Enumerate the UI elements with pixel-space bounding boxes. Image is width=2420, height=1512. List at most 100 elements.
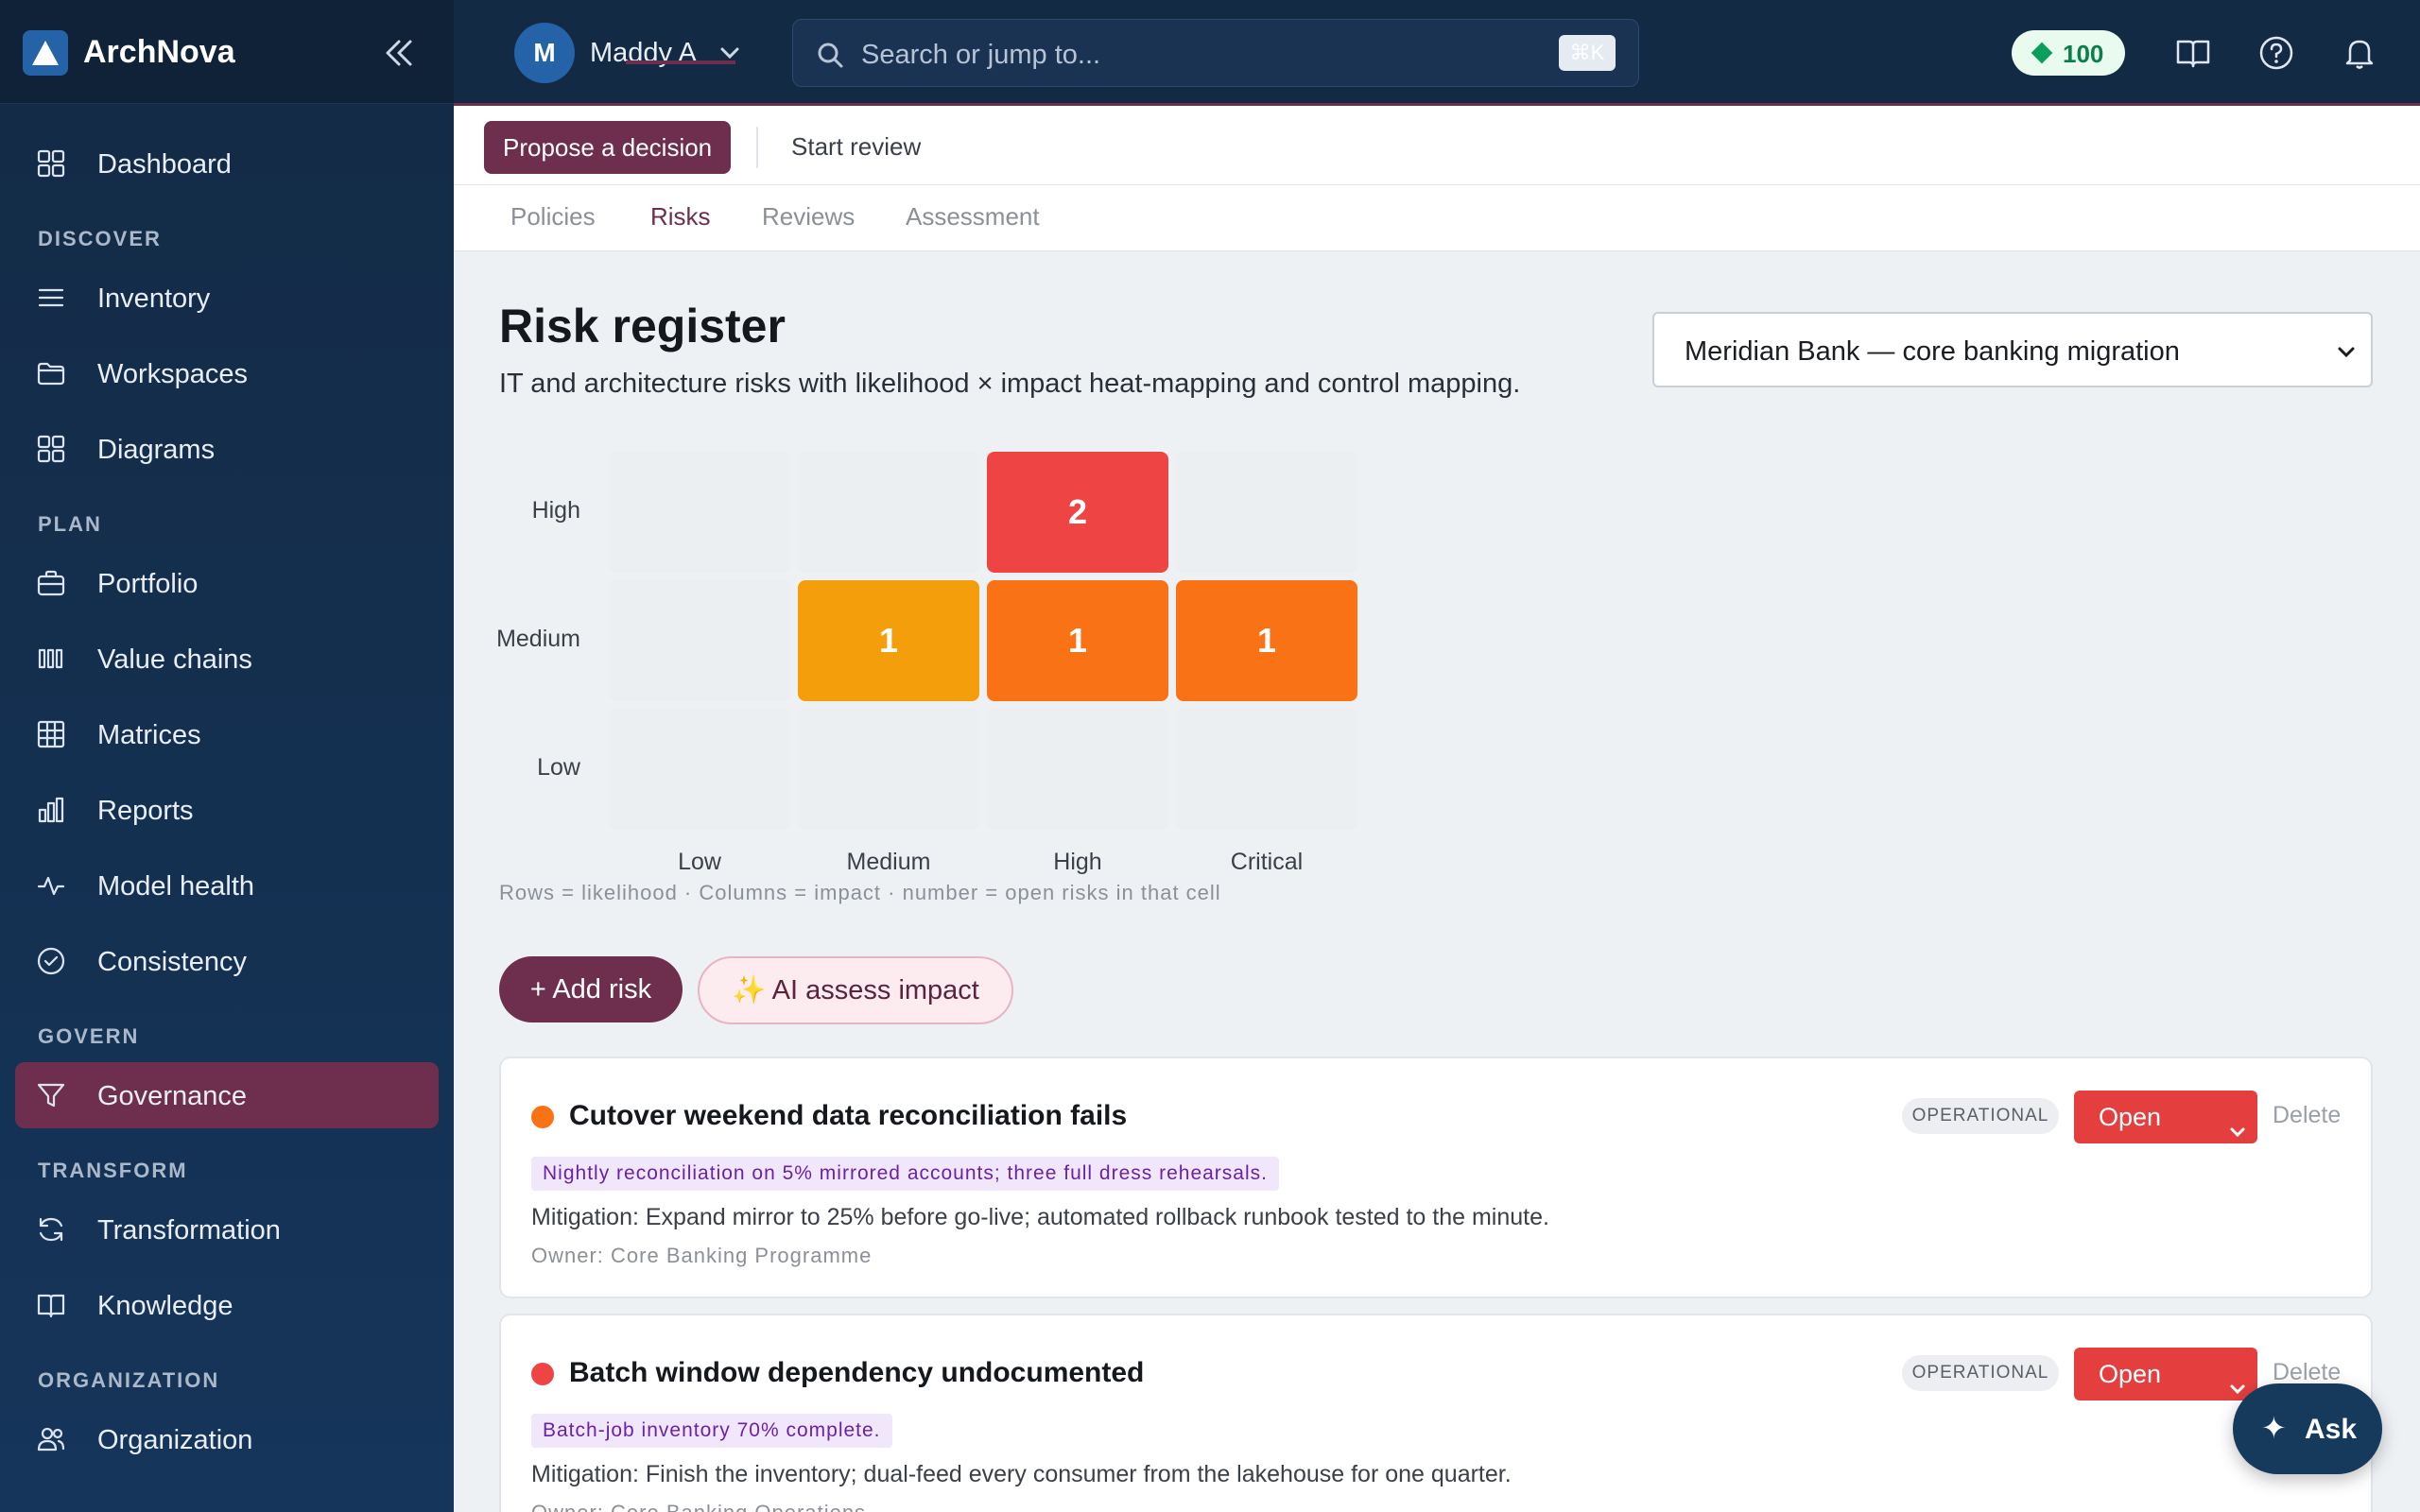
severity-dot: [531, 1363, 554, 1385]
chevron-down-icon: [2227, 1108, 2248, 1160]
bell-icon[interactable]: [2341, 34, 2378, 72]
sidebar-nav: Dashboard DISCOVER Inventory Workspaces Diag…: [15, 130, 439, 1482]
sidebar-item-diagrams[interactable]: Diagrams: [15, 416, 439, 482]
nav-section-transform: TRANSFORM: [38, 1159, 188, 1182]
start-review-button[interactable]: Start review: [791, 132, 921, 162]
sidebar-item-reports[interactable]: Reports: [15, 777, 439, 843]
sidebar-item-knowledge[interactable]: Knowledge: [15, 1272, 439, 1338]
credits-count: 100: [2063, 40, 2104, 68]
chevron-down-icon[interactable]: [717, 40, 743, 71]
heatmap-col-label: Medium: [846, 849, 931, 875]
propose-decision-button[interactable]: Propose a decision: [484, 121, 732, 174]
tab-reviews[interactable]: Reviews: [762, 202, 855, 232]
heatmap-cell: [609, 709, 790, 830]
nav-section-govern: GOVERN: [38, 1024, 140, 1048]
risk-title[interactable]: Batch window dependency undocumented: [569, 1357, 1144, 1389]
filter-icon: [36, 1080, 66, 1110]
archnova-logo-icon[interactable]: [23, 30, 68, 76]
mitigation-text: Mitigation: Finish the inventory; dual-f…: [531, 1461, 1512, 1487]
status-value: Open: [2099, 1103, 2162, 1131]
sidebar-item-value-chains[interactable]: Value chains: [15, 626, 439, 692]
sidebar-item-label: Inventory: [97, 284, 211, 314]
sidebar: ArchNova Dashboard DISCOVER Inventory Works…: [0, 0, 454, 1512]
ask-button[interactable]: ✦ Ask: [2233, 1383, 2382, 1474]
nav-section-plan: PLAN: [38, 512, 102, 536]
help-icon[interactable]: [2257, 34, 2295, 72]
add-risk-button[interactable]: + Add risk: [499, 956, 683, 1022]
sparkle-icon: ✦: [2261, 1411, 2287, 1445]
sidebar-item-label: Value chains: [97, 644, 252, 675]
divider: [756, 127, 758, 168]
heatmap-cell[interactable]: 2: [987, 452, 1168, 573]
grid-icon: [36, 434, 66, 464]
delete-button[interactable]: Delete: [2273, 1359, 2341, 1386]
mitigation-text: Mitigation: Expand mirror to 25% before …: [531, 1204, 1549, 1230]
sidebar-item-label: Governance: [97, 1081, 247, 1111]
sidebar-item-governance[interactable]: Governance: [15, 1062, 439, 1128]
brand-header: ArchNova: [0, 0, 454, 104]
refresh-icon: [36, 1214, 66, 1245]
sidebar-item-consistency[interactable]: Consistency: [15, 928, 439, 994]
nav-section-discover: DISCOVER: [38, 227, 162, 250]
ai-assess-impact-button[interactable]: ✨ AI assess impact: [698, 956, 1013, 1024]
sidebar-item-label: Dashboard: [97, 149, 232, 180]
heatmap-cell: [1176, 452, 1357, 573]
search-placeholder: Search or jump to...: [861, 40, 1101, 70]
heatmap-cell: [609, 452, 790, 573]
page-subtitle: IT and architecture risks with likelihoo…: [499, 369, 1521, 399]
tab-assessment[interactable]: Assessment: [906, 202, 1040, 232]
risk-title[interactable]: Cutover weekend data reconciliation fail…: [569, 1100, 1127, 1132]
book-icon[interactable]: [2174, 34, 2212, 72]
bar-chart-icon: [36, 795, 66, 825]
sidebar-item-label: Reports: [97, 796, 194, 826]
heatmap-cell[interactable]: 1: [1176, 580, 1357, 701]
owner-text: Owner: Core Banking Operations: [531, 1501, 866, 1512]
status-select[interactable]: Open: [2074, 1348, 2257, 1400]
users-icon: [36, 1424, 66, 1454]
sidebar-item-matrices[interactable]: Matrices: [15, 701, 439, 767]
check-circle-icon: [36, 946, 66, 976]
sidebar-item-portfolio[interactable]: Portfolio: [15, 550, 439, 616]
sidebar-item-label: Knowledge: [97, 1291, 233, 1321]
sidebar-item-label: Model health: [97, 871, 255, 902]
sidebar-item-label: Portfolio: [97, 569, 199, 599]
sidebar-item-label: Matrices: [97, 720, 201, 750]
tab-risks[interactable]: Risks: [650, 202, 711, 232]
topbar: M Maddy A Search or jump to... ⌘K 100: [454, 0, 2420, 106]
collapse-sidebar-icon[interactable]: [378, 32, 420, 74]
category-badge: OPERATIONAL: [1902, 1098, 2059, 1134]
sidebar-item-transformation[interactable]: Transformation: [15, 1196, 439, 1263]
heatmap-cell[interactable]: 1: [798, 580, 979, 701]
heatmap-row-label: High: [531, 497, 580, 524]
heatmap-cell: [609, 580, 790, 701]
sidebar-item-label: Transformation: [97, 1215, 281, 1246]
avatar[interactable]: M: [514, 23, 575, 83]
heatmap-cell[interactable]: 1: [987, 580, 1168, 701]
severity-dot: [531, 1106, 554, 1128]
pulse-icon: [36, 870, 66, 901]
brand-name: ArchNova: [83, 34, 235, 70]
owner-text: Owner: Core Banking Programme: [531, 1244, 873, 1267]
sidebar-item-workspaces[interactable]: Workspaces: [15, 340, 439, 406]
user-name[interactable]: Maddy A: [590, 38, 697, 69]
sidebar-item-label: Consistency: [97, 947, 247, 977]
search-icon: [816, 41, 844, 74]
sidebar-item-inventory[interactable]: Inventory: [15, 265, 439, 331]
status-select[interactable]: Open: [2074, 1091, 2257, 1143]
delete-button[interactable]: Delete: [2273, 1102, 2341, 1129]
book-icon: [36, 1290, 66, 1320]
project-select[interactable]: Meridian Bank — core banking migration: [1652, 312, 2373, 387]
heatmap-row-label: Low: [537, 754, 580, 781]
sidebar-item-dashboard[interactable]: Dashboard: [15, 130, 439, 197]
sidebar-item-organization[interactable]: Organization: [15, 1406, 439, 1472]
heatmap-caption: Rows = likelihood · Columns = impact · n…: [499, 881, 1221, 904]
sidebar-item-model-health[interactable]: Model health: [15, 852, 439, 919]
heatmap-row-label: Medium: [496, 626, 580, 652]
tab-policies[interactable]: Policies: [510, 202, 596, 232]
heatmap-cell: [987, 709, 1168, 830]
credits-badge[interactable]: 100: [2012, 30, 2125, 76]
search-input[interactable]: Search or jump to... ⌘K: [792, 19, 1639, 87]
risk-card: Cutover weekend data reconciliation fail…: [499, 1057, 2373, 1298]
page-title: Risk register: [499, 300, 786, 352]
diamond-icon: [2031, 42, 2053, 64]
